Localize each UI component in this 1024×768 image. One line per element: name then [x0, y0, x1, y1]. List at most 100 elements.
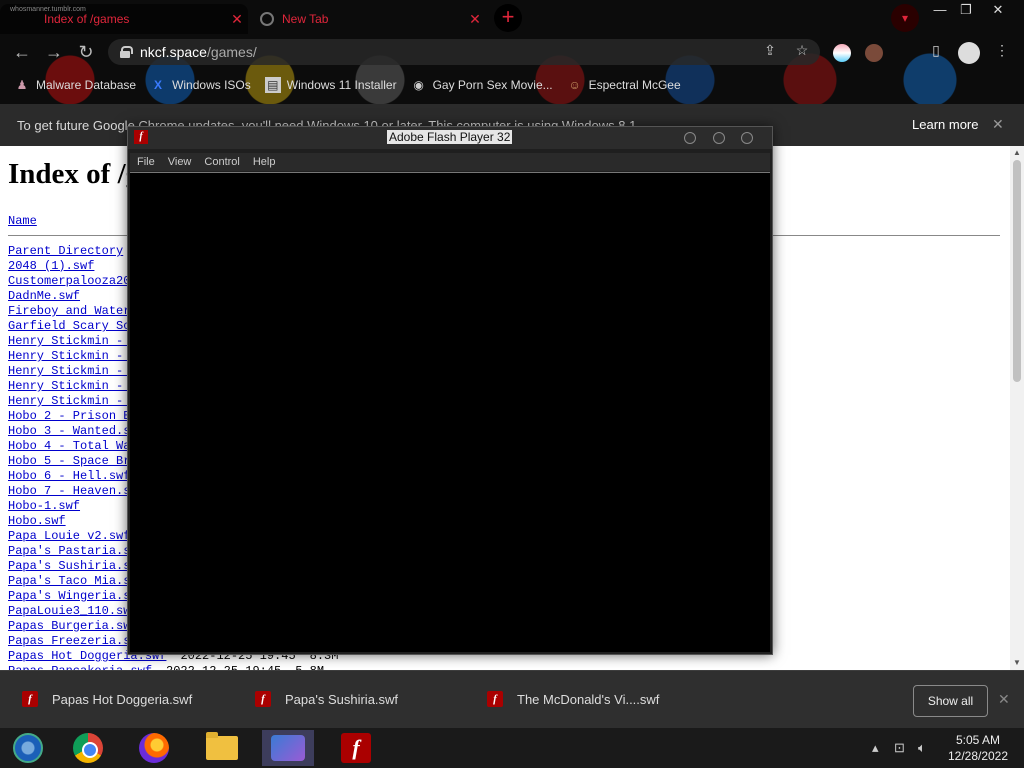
tab-strip: whosmanner.tumblr.com Index of /games ✕ … — [0, 0, 1024, 36]
download-filename: The McDonald's Vi....swf — [517, 691, 660, 707]
download-filename: Papas Hot Doggeria.swf — [52, 691, 193, 707]
taskbar-flash-player[interactable]: f — [330, 730, 382, 766]
reload-icon[interactable]: ↻ — [74, 40, 98, 64]
malware-icon: ♟ — [16, 78, 28, 92]
close-window-icon[interactable]: ✕ — [984, 2, 1012, 20]
clock-date: 12/28/2022 — [947, 749, 1009, 763]
tab-close-icon[interactable]: ✕ — [226, 11, 248, 28]
flash-close-icon[interactable] — [741, 132, 753, 144]
profile-avatar-icon[interactable] — [958, 42, 980, 64]
file-link[interactable]: 2048 (1).swf — [8, 259, 94, 273]
share-icon[interactable]: ⇪ — [760, 40, 780, 60]
file-link[interactable]: Hobo 7 - Heaven.swf — [8, 484, 145, 498]
scrollbar-thumb[interactable] — [1013, 160, 1021, 382]
url-path: /games/ — [206, 44, 257, 60]
bookmark-windows-isos[interactable]: X Windows ISOs — [150, 77, 251, 93]
flash-titlebar[interactable]: f Adobe Flash Player 32 — [128, 127, 772, 149]
taskbar-chrome[interactable] — [62, 730, 114, 766]
bookmark-label: Espectral McGee — [588, 78, 681, 92]
clock-time: 5:05 AM — [955, 733, 1001, 747]
file-link[interactable]: Hobo 3 - Wanted.swf — [8, 424, 145, 438]
show-all-button[interactable]: Show all — [913, 685, 988, 717]
new-tab-button[interactable]: + — [494, 4, 522, 32]
folder-icon — [206, 732, 238, 760]
file-link[interactable]: DadnMe.swf — [8, 289, 80, 303]
file-link[interactable]: Papas Burgeria.swf — [8, 619, 138, 633]
menu-help[interactable]: Help — [253, 156, 276, 168]
site-icon: ◉ — [413, 78, 424, 92]
page-scrollbar[interactable]: ▲ ▼ — [1010, 146, 1024, 670]
dismiss-info-icon[interactable]: ✕ — [992, 116, 1004, 133]
file-link[interactable]: Hobo-1.swf — [8, 499, 80, 513]
address-bar[interactable]: nkcf.space /games/ — [108, 39, 820, 65]
file-link[interactable]: Papa Louie v2.swf — [8, 529, 130, 543]
download-item[interactable]: f Papas Hot Doggeria.swf — [22, 691, 192, 707]
system-clock[interactable]: 5:05 AM 12/28/2022 — [938, 732, 1018, 764]
menu-file[interactable]: File — [137, 156, 155, 168]
bookmark-site[interactable]: ◉ Gay Porn Sex Movie... — [411, 77, 552, 93]
taskbar-people-app[interactable] — [262, 730, 314, 766]
download-filename: Papa's Sushiria.swf — [285, 691, 399, 707]
back-arrow-icon[interactable]: ← — [10, 40, 34, 64]
lock-icon[interactable] — [120, 46, 133, 58]
people-icon — [271, 735, 305, 761]
network-icon[interactable]: ⊡ — [894, 740, 905, 756]
tab-title: Index of /games — [44, 12, 130, 26]
firefox-icon — [139, 733, 169, 763]
file-link[interactable]: Papa's Wingeria.swf — [8, 589, 145, 603]
taskbar-file-explorer[interactable] — [196, 730, 248, 766]
scroll-up-icon[interactable]: ▲ — [1013, 148, 1021, 157]
learn-more-link[interactable]: Learn more — [912, 117, 978, 132]
menu-control[interactable]: Control — [204, 156, 239, 168]
download-shelf: f Papas Hot Doggeria.swf f Papa's Sushir… — [0, 670, 1024, 728]
download-item[interactable]: f Papa's Sushiria.swf — [255, 691, 398, 707]
scroll-down-icon[interactable]: ▼ — [1013, 658, 1021, 667]
flash-icon: f — [341, 733, 371, 763]
extension-avatar-icon[interactable] — [865, 44, 883, 62]
bookmark-malware-database[interactable]: ♟ Malware Database — [14, 77, 136, 93]
file-link[interactable]: Papa's Taco Mia.swf — [8, 574, 145, 588]
volume-icon[interactable]: 🔈︎ — [918, 740, 926, 756]
restore-icon[interactable]: ❐ — [952, 2, 980, 20]
tab-new-tab[interactable]: New Tab ✕ — [250, 4, 486, 34]
sidepanel-icon[interactable]: ▯ — [926, 40, 946, 60]
toolbar: ← → ↻ nkcf.space /games/ ⇪ ☆ ▯ ⋮ — [0, 36, 1024, 68]
bookmark-espectral-mcgee[interactable]: ☺ Espectral McGee — [567, 77, 681, 93]
column-header-name[interactable]: Name — [8, 214, 37, 228]
taskbar-firefox[interactable] — [128, 730, 180, 766]
tab-subtitle: whosmanner.tumblr.com — [10, 6, 86, 13]
file-link[interactable]: Papa's Sushiria.swf — [8, 559, 145, 573]
tray-chevron-icon[interactable]: ▴ — [872, 740, 879, 756]
file-link[interactable]: Hobo.swf — [8, 514, 66, 528]
bookmark-label: Malware Database — [36, 78, 137, 92]
flash-minimize-icon[interactable] — [684, 132, 696, 144]
swf-file-icon: f — [22, 691, 38, 707]
extension-flag-icon[interactable] — [833, 44, 851, 62]
file-link[interactable]: Hobo 6 - Hell.swf — [8, 469, 130, 483]
globe-icon — [260, 12, 274, 26]
tab-search-chevron-icon[interactable]: ▾ — [891, 4, 919, 32]
download-item[interactable]: f The McDonald's Vi....swf — [487, 691, 659, 707]
swf-file-icon: f — [487, 691, 503, 707]
close-shelf-icon[interactable]: ✕ — [998, 691, 1010, 708]
tab-index-of-games[interactable]: whosmanner.tumblr.com Index of /games ✕ — [0, 4, 248, 34]
file-link[interactable]: Papas Freezeria.swf — [8, 634, 145, 648]
bookmarks-bar: ♟ Malware Database X Windows ISOs ▤ Wind… — [0, 70, 1024, 100]
avatar-icon: ☺ — [568, 78, 581, 92]
windows-taskbar: f ▴ ⊡ 🔈︎ 5:05 AM 12/28/2022 — [0, 728, 1024, 768]
flash-stage[interactable] — [130, 172, 770, 652]
bookmark-star-icon[interactable]: ☆ — [792, 40, 812, 60]
file-link[interactable]: Papa's Pastaria.swf — [8, 544, 145, 558]
bookmark-windows-11-installer[interactable]: ▤ Windows 11 Installer — [264, 77, 397, 93]
page-icon: ▤ — [264, 77, 281, 93]
bookmark-label: Windows ISOs — [172, 78, 251, 92]
menu-view[interactable]: View — [168, 156, 192, 168]
minimize-icon[interactable]: — — [926, 2, 954, 20]
flash-maximize-icon[interactable] — [713, 132, 725, 144]
file-link[interactable]: Parent Directory — [8, 244, 123, 258]
file-link[interactable]: PapaLouie3_110.swf — [8, 604, 138, 618]
tab-close-icon[interactable]: ✕ — [464, 11, 486, 28]
forward-arrow-icon[interactable]: → — [42, 40, 66, 64]
start-button[interactable] — [2, 730, 54, 766]
kebab-menu-icon[interactable]: ⋮ — [992, 40, 1012, 60]
